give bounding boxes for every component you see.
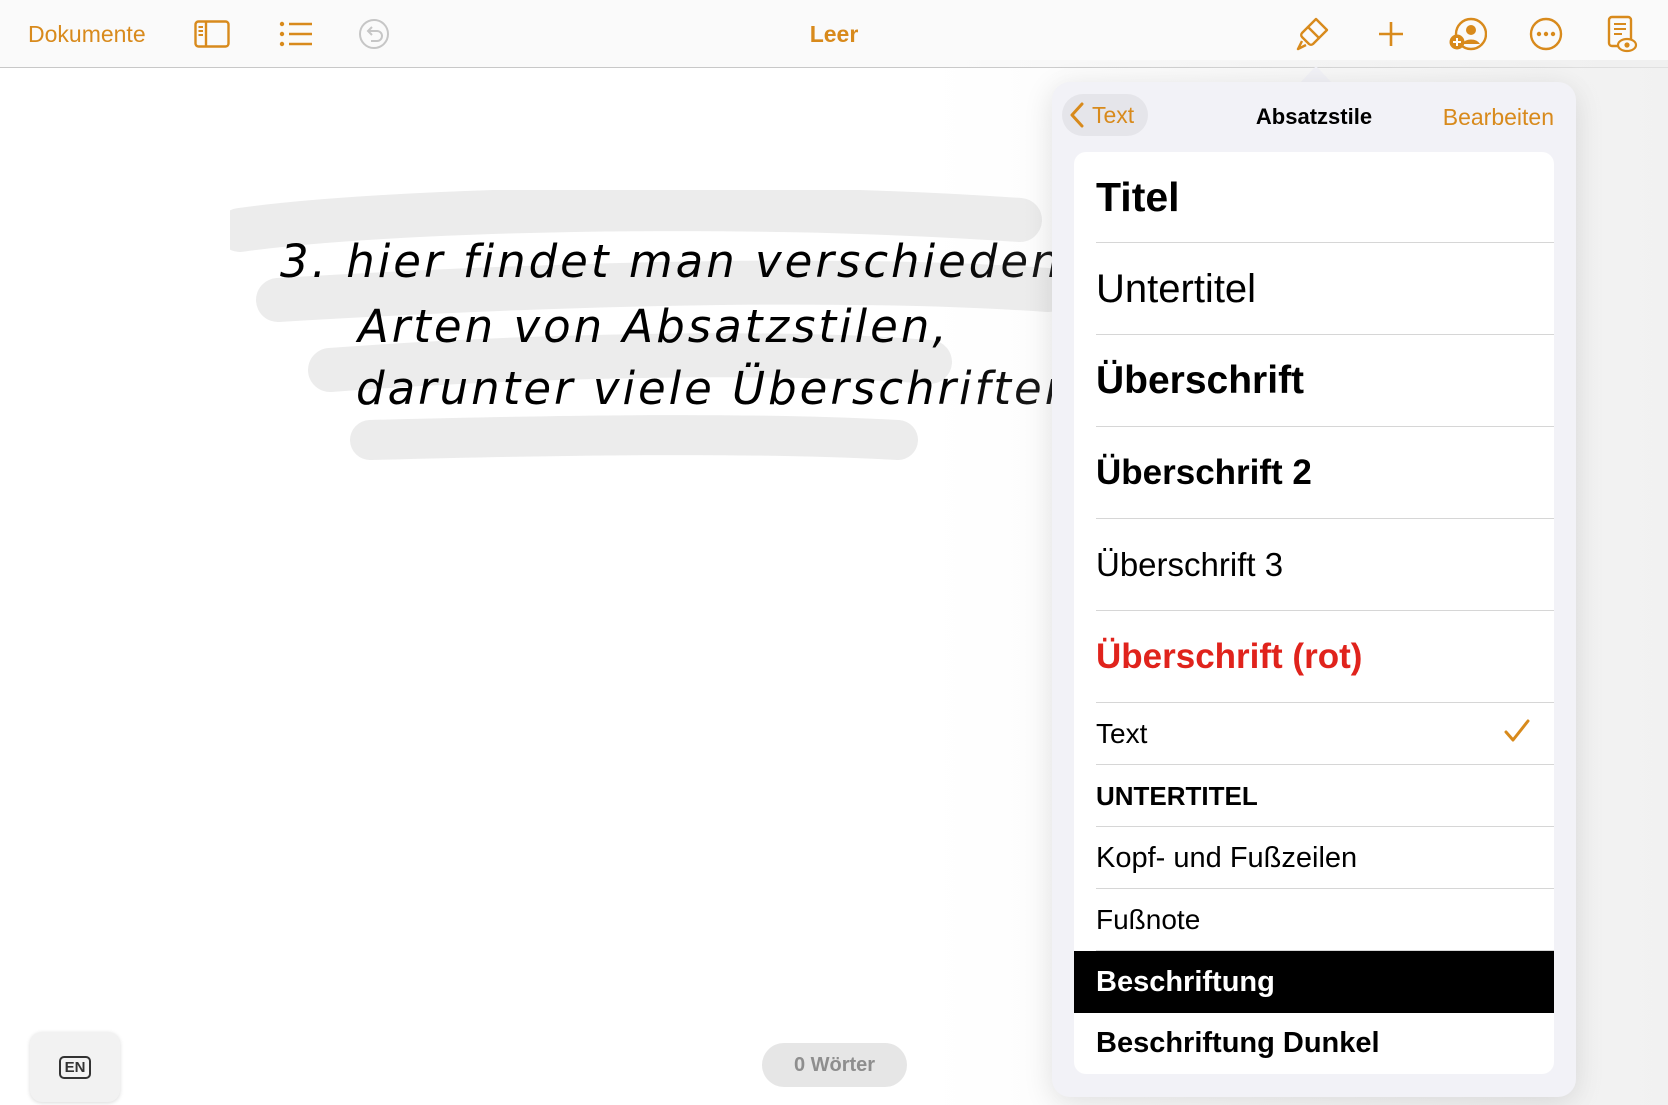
paintbrush-icon[interactable] (1295, 0, 1331, 68)
list-icon[interactable] (276, 0, 316, 68)
style-item-label: Überschrift 2 (1096, 453, 1312, 492)
style-item-beschriftung-dunkel[interactable]: Beschriftung Dunkel (1074, 1013, 1554, 1074)
more-icon[interactable] (1528, 0, 1564, 68)
style-item-label: Überschrift (1096, 359, 1305, 402)
style-item-label: Überschrift (rot) (1096, 637, 1363, 676)
collaborate-icon[interactable] (1448, 0, 1488, 68)
paragraph-styles-list: Titel Untertitel Überschrift Überschrift… (1074, 152, 1554, 1074)
documents-button[interactable]: Dokumente (28, 0, 146, 68)
note-line-2: Arten von Absatzstilen, (358, 300, 950, 353)
style-item-untertitel-caps[interactable]: UNTERTITEL (1074, 765, 1554, 827)
document-title: Leer (809, 20, 859, 47)
style-item-ueberschrift-3[interactable]: Überschrift 3 (1074, 519, 1554, 611)
style-item-label: UNTERTITEL (1096, 780, 1258, 811)
keyboard-language-button[interactable]: EN (30, 1032, 120, 1102)
style-item-label: Fußnote (1096, 904, 1201, 935)
style-item-ueberschrift-2[interactable]: Überschrift 2 (1074, 427, 1554, 519)
checkmark-icon (1504, 718, 1530, 750)
toolbar: Dokumente Leer (0, 0, 1668, 68)
style-item-label: Überschrift 3 (1096, 546, 1284, 583)
style-item-ueberschrift-rot[interactable]: Überschrift (rot) (1074, 611, 1554, 703)
popover-header: Text Absatzstile Bearbeiten (1052, 82, 1576, 150)
style-item-label: Untertitel (1096, 266, 1257, 311)
style-item-label: Beschriftung (1096, 965, 1275, 998)
undo-icon[interactable] (354, 0, 394, 68)
style-item-untertitel[interactable]: Untertitel (1074, 243, 1554, 335)
style-item-label: Titel (1096, 174, 1180, 220)
paragraph-styles-popover: Text Absatzstile Bearbeiten Titel Untert… (1052, 82, 1576, 1097)
style-item-ueberschrift[interactable]: Überschrift (1074, 335, 1554, 427)
popover-arrow (1300, 66, 1332, 83)
plus-icon[interactable] (1373, 0, 1409, 68)
style-item-beschriftung[interactable]: Beschriftung (1074, 951, 1554, 1013)
style-item-label: Kopf- und Fußzeilen (1096, 841, 1358, 874)
documents-label: Dokumente (28, 20, 146, 47)
style-item-titel[interactable]: Titel (1074, 152, 1554, 243)
word-count-label: 0 Wörter (793, 1053, 876, 1076)
style-item-fussnote[interactable]: Fußnote (1074, 889, 1554, 951)
style-item-kopf-und-fusszeilen[interactable]: Kopf- und Fußzeilen (1074, 827, 1554, 889)
document-view-icon[interactable] (1604, 0, 1640, 68)
style-item-label: Beschriftung Dunkel (1096, 1027, 1380, 1059)
sidebar-icon[interactable] (192, 0, 232, 68)
style-item-label: Text (1096, 718, 1148, 749)
edit-button[interactable]: Bearbeiten (1443, 104, 1554, 131)
language-label: EN (58, 1055, 92, 1079)
style-item-text[interactable]: Text (1074, 703, 1554, 765)
word-count-badge[interactable]: 0 Wörter (762, 1043, 907, 1087)
